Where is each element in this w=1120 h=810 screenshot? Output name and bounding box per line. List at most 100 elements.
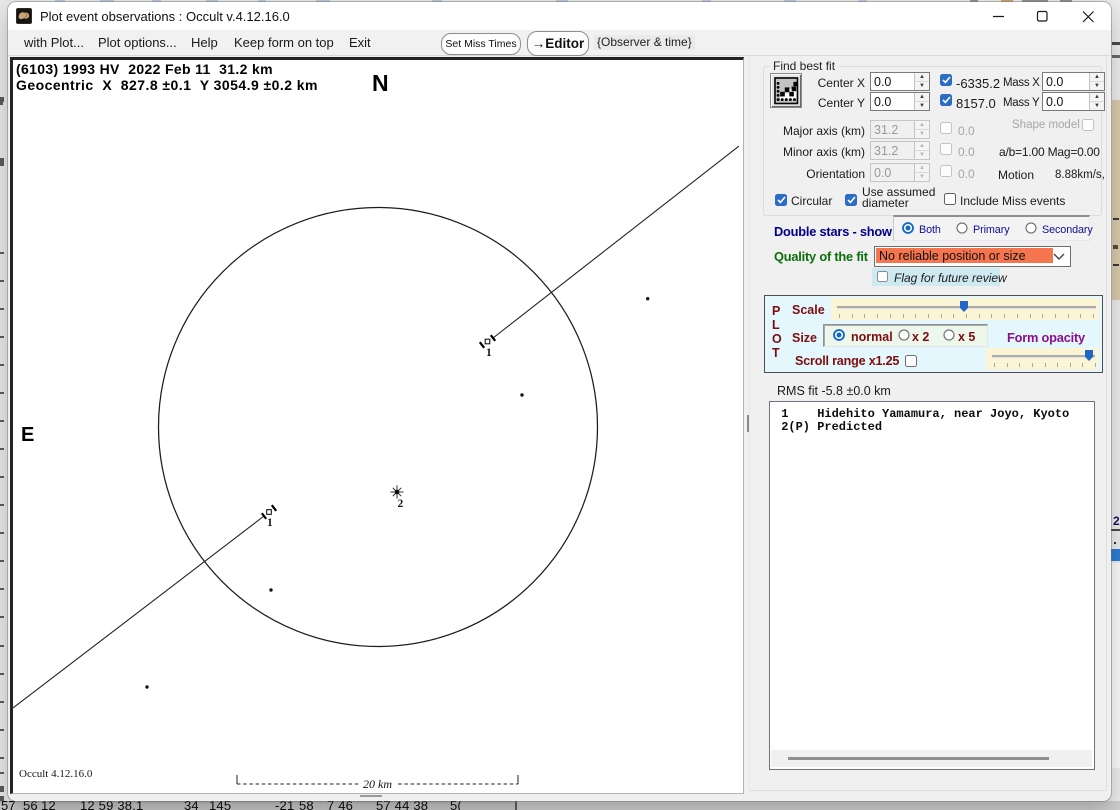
slider-tick <box>1004 314 1006 318</box>
decorative-fragment <box>941 76 951 84</box>
size-x5-label[interactable]: x 5 <box>958 330 975 344</box>
flag-review-checkbox[interactable] <box>877 271 888 282</box>
double-stars-secondary-label[interactable]: Secondary <box>1042 224 1093 236</box>
decorative-fragment <box>1111 529 1120 531</box>
orientation-fit-value: 0.0 <box>958 167 975 181</box>
plot-vertical-label-t: T <box>772 346 780 360</box>
observer-line-1[interactable]: 1 Hidehito Yamamura, near Joyo, Kyoto <box>774 407 1069 421</box>
spinner-down-icon[interactable]: ▼ <box>1090 81 1104 90</box>
major-axis-input[interactable]: 31.2 ▲ ▼ <box>870 120 930 139</box>
mass-y-input[interactable]: 0.0 ▲ ▼ <box>1042 92 1105 111</box>
observer-listbox[interactable]: 1 Hidehito Yamamura, near Joyo, Kyoto 2(… <box>769 401 1095 770</box>
slider-tick <box>1093 314 1094 318</box>
site-dot <box>269 588 273 592</box>
ab-mag-label: a/b=1.00 Mag=0.00 <box>999 145 1100 159</box>
background-right-number: 2 <box>1113 514 1120 528</box>
double-stars-primary-radio[interactable] <box>956 222 968 234</box>
spinner-up-icon[interactable]: ▲ <box>915 164 929 172</box>
observer-list-hscrollbar[interactable] <box>771 750 1092 767</box>
menu-help[interactable]: Help <box>191 30 218 54</box>
spinner-down-icon[interactable]: ▼ <box>915 172 929 181</box>
decorative-fragment <box>0 729 4 731</box>
slider-tick <box>940 314 942 318</box>
maximize-button[interactable] <box>1020 2 1064 30</box>
size-x2-label[interactable]: x 2 <box>912 330 929 344</box>
quality-label: Quality of the fit <box>774 249 868 264</box>
decorative-fragment <box>517 801 1120 810</box>
spinner-down-icon[interactable]: ▼ <box>915 101 929 110</box>
minimize-button[interactable] <box>976 2 1020 30</box>
slider-tick <box>1019 363 1021 367</box>
background-table-cell: 56 <box>23 801 38 810</box>
plot-hscroll-thumb[interactable] <box>360 795 382 797</box>
plot-area[interactable]: 1 1 2 20 km (6103) 1993 HV 2022 Feb 11 31.2… <box>10 57 744 794</box>
size-x2-radio[interactable] <box>898 329 910 341</box>
center-y-input[interactable]: 0.0 ▲ ▼ <box>870 92 930 111</box>
north-label: N <box>372 70 389 96</box>
center-y-fit-checkbox[interactable] <box>940 94 952 106</box>
spinner-up-icon[interactable]: ▲ <box>915 121 929 129</box>
observer-list-hscroll-thumb[interactable] <box>788 757 1049 760</box>
spinner-down-icon[interactable]: ▼ <box>915 129 929 138</box>
center-y-spinner[interactable]: ▲ ▼ <box>914 93 929 110</box>
decorative-fragment <box>943 329 955 341</box>
minor-axis-fit-checkbox <box>940 143 952 155</box>
double-stars-primary-label[interactable]: Primary <box>973 224 1010 236</box>
double-stars-secondary-radio[interactable] <box>1025 222 1037 234</box>
include-miss-label: Include Miss events <box>960 194 1066 208</box>
decorative-fragment <box>1114 542 1116 544</box>
spinner-up-icon[interactable]: ▲ <box>1090 73 1104 81</box>
slider-tick <box>1031 363 1033 367</box>
form-opacity-slider[interactable] <box>986 348 1098 370</box>
mass-y-spinner[interactable]: ▲ ▼ <box>1089 93 1104 110</box>
double-stars-both-label[interactable]: Both <box>919 224 941 236</box>
size-x5-radio[interactable] <box>943 329 955 341</box>
include-miss-checkbox[interactable] <box>944 193 956 205</box>
editor-button[interactable]: →Editor <box>527 31 589 56</box>
mass-x-spinner[interactable]: ▲ ▼ <box>1089 73 1104 90</box>
spinner-down-icon[interactable]: ▼ <box>915 81 929 90</box>
chord-error-tick <box>270 504 278 512</box>
center-x-input[interactable]: 0.0 ▲ ▼ <box>870 72 930 91</box>
close-button[interactable] <box>1066 2 1110 30</box>
use-assumed-checkbox[interactable] <box>845 194 857 206</box>
size-normal-label[interactable]: normal <box>851 330 893 344</box>
minor-axis-input[interactable]: 31.2 ▲ ▼ <box>870 141 930 160</box>
menu-plot-options[interactable]: Plot options... <box>98 30 177 54</box>
scale-slider-thumb[interactable] <box>960 301 968 312</box>
spinner-down-icon[interactable]: ▼ <box>915 150 929 159</box>
slider-tick <box>1069 363 1071 367</box>
spinner-up-icon[interactable]: ▲ <box>1090 93 1104 101</box>
scroll-range-checkbox[interactable] <box>905 355 917 367</box>
double-stars-both-radio[interactable] <box>902 222 914 234</box>
quality-dropdown[interactable]: No reliable position or size <box>874 246 1071 267</box>
slider-tick <box>1006 363 1008 367</box>
slider-tick <box>877 314 879 318</box>
mass-x-input[interactable]: 0.0 ▲ ▼ <box>1042 72 1105 91</box>
set-miss-times-button[interactable]: Set Miss Times <box>441 33 521 55</box>
form-opacity-slider-thumb[interactable] <box>1085 350 1093 361</box>
slider-tick <box>864 314 866 318</box>
spinner-up-icon[interactable]: ▲ <box>915 73 929 81</box>
spinner-down-icon[interactable]: ▼ <box>1090 101 1104 110</box>
background-table-cell: 57 <box>1 801 16 810</box>
scale-slider[interactable] <box>831 298 1099 320</box>
slider-tick <box>966 314 967 318</box>
spinner-up-icon[interactable]: ▲ <box>915 93 929 101</box>
scroll-range-label: Scroll range x1.25 <box>795 354 900 368</box>
spinner-up-icon[interactable]: ▲ <box>915 142 929 150</box>
slider-tick <box>851 314 853 318</box>
menu-exit[interactable]: Exit <box>349 30 371 54</box>
observer-line-2[interactable]: 2(P) Predicted <box>774 420 882 434</box>
menu-with-plot[interactable]: with Plot... <box>24 30 84 54</box>
center-x-fit-checkbox[interactable] <box>940 74 952 86</box>
size-label: Size <box>792 331 818 345</box>
menu-keep-form-on-top[interactable]: Keep form on top <box>234 30 334 54</box>
orientation-input[interactable]: 0.0 ▲ ▼ <box>870 163 930 182</box>
decorative-fragment <box>0 158 4 166</box>
decorative-fragment <box>1025 222 1037 234</box>
circular-checkbox[interactable] <box>775 194 787 206</box>
center-x-spinner[interactable]: ▲ ▼ <box>914 73 929 90</box>
center-y-fit-value: 8157.0 <box>956 96 996 111</box>
size-normal-radio[interactable] <box>833 329 845 341</box>
